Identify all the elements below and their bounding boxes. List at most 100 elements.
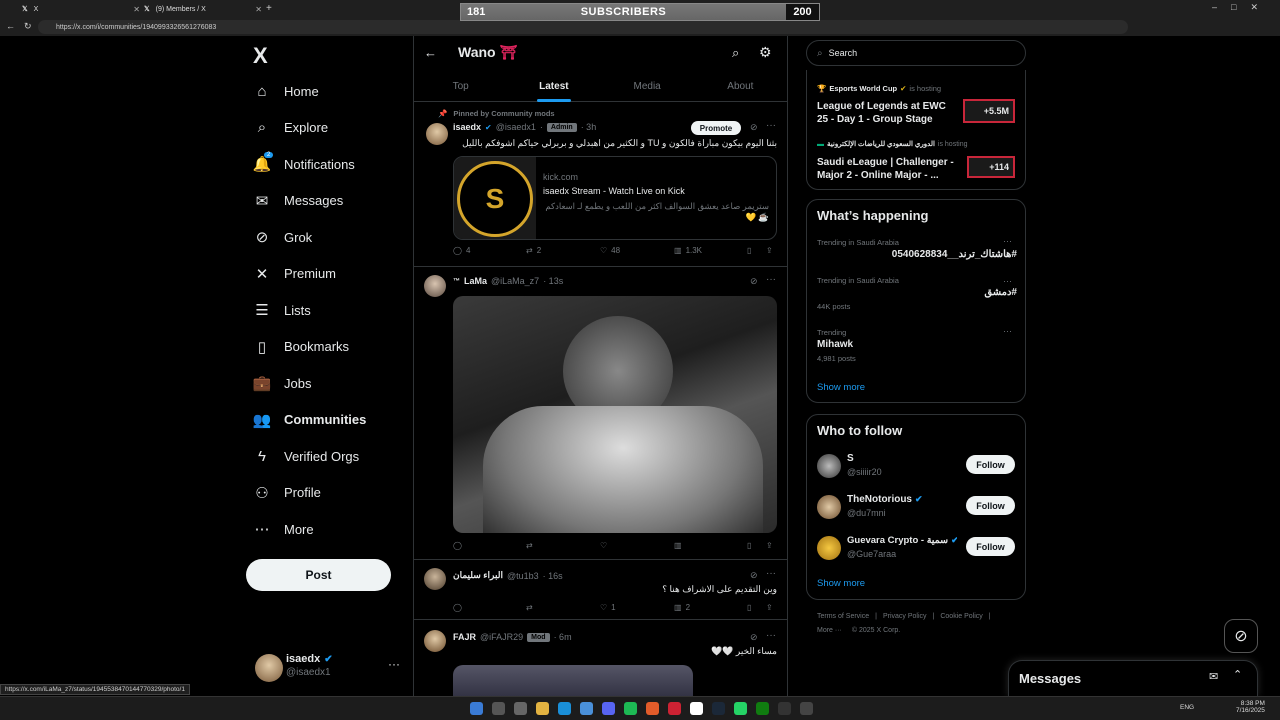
sidebar-item-profile[interactable]: ⚇ Profile	[254, 481, 321, 505]
browser-tab-2[interactable]: 𝕏 (9) Members / X ✕	[144, 2, 262, 16]
follow-name[interactable]: Guevara Crypto - سمية ✔	[847, 535, 957, 546]
app-icon[interactable]	[668, 702, 681, 715]
search-icon[interactable]: ⌕	[732, 45, 739, 61]
search-box[interactable]: ⌕ Search	[806, 40, 1026, 66]
follow-button[interactable]: Follow	[966, 537, 1015, 556]
share-button[interactable]: ⇪	[766, 603, 773, 612]
post-more-icon[interactable]: ···	[766, 630, 776, 641]
avatar[interactable]	[426, 123, 448, 145]
follow-name[interactable]: S	[847, 453, 854, 464]
back-icon[interactable]: ←	[6, 21, 15, 31]
post-photo[interactable]	[453, 665, 693, 696]
bookmark-button[interactable]: ▯	[747, 246, 751, 255]
messages-drawer[interactable]: Messages ✉ ⌃	[1008, 660, 1258, 696]
sidebar-item-more[interactable]: ⋯ More	[254, 517, 314, 541]
whatsapp-icon[interactable]	[734, 702, 747, 715]
promote-button[interactable]: Promote	[691, 121, 741, 135]
xbox-icon[interactable]	[756, 702, 769, 715]
app-icon[interactable]	[690, 702, 703, 715]
app-icon[interactable]	[778, 702, 791, 715]
steam-icon[interactable]	[712, 702, 725, 715]
post-pinned[interactable]: 📌 Pinned by Community mods isaedx ✔ @isa…	[414, 103, 787, 267]
sidebar-item-explore[interactable]: ⌕ Explore	[254, 116, 328, 140]
account-avatar[interactable]	[255, 654, 283, 682]
reply-button[interactable]: ◯	[453, 541, 462, 550]
spotify-icon[interactable]	[624, 702, 637, 715]
author-name[interactable]: FAJR	[453, 632, 476, 642]
author-name[interactable]: LaMa	[464, 276, 487, 286]
avatar[interactable]	[424, 568, 446, 590]
trend-more-icon[interactable]: ···	[1003, 276, 1012, 286]
more-link[interactable]: More ···	[817, 627, 842, 634]
language-indicator[interactable]: ENG	[1180, 704, 1194, 711]
views-button[interactable]: ▥ 1.3K	[674, 246, 702, 255]
repost-button[interactable]: ⇄	[526, 603, 533, 612]
repost-button[interactable]: ⇄	[526, 541, 533, 550]
reply-button[interactable]: ◯	[453, 603, 462, 612]
reload-icon[interactable]: ↻	[24, 21, 32, 32]
grok-icon[interactable]: ⊘	[750, 122, 758, 133]
post-mod[interactable]: FAJR @iFAJR29 Mod · 6m ⊘ ··· مساء الخير …	[414, 620, 787, 696]
avatar[interactable]	[817, 454, 841, 478]
window-controls[interactable]: –□✕	[1212, 2, 1272, 13]
tab-latest[interactable]: Latest	[507, 72, 600, 101]
grok-icon[interactable]: ⊘	[750, 632, 758, 643]
gear-icon[interactable]: ⚙	[759, 44, 772, 61]
follow-name[interactable]: TheNotorious ✔	[847, 494, 923, 505]
cookie-link[interactable]: Cookie Policy	[940, 613, 982, 620]
tab-media[interactable]: Media	[601, 72, 694, 101]
trend-more-icon[interactable]: ···	[1003, 236, 1012, 246]
store-icon[interactable]	[580, 702, 593, 715]
like-button[interactable]: ♡ 48	[600, 246, 620, 255]
grok-icon[interactable]: ⊘	[750, 276, 758, 287]
author-handle[interactable]: @isaedx1	[496, 122, 536, 132]
reply-button[interactable]: ◯ 4	[453, 246, 470, 255]
task-view-icon[interactable]	[514, 702, 527, 715]
discord-icon[interactable]	[602, 702, 615, 715]
x-logo-icon[interactable]: X	[253, 43, 268, 69]
url-bar[interactable]: https://x.com/i/communities/194099332656…	[38, 20, 1128, 34]
post-more-icon[interactable]: ···	[766, 274, 776, 285]
post-photo[interactable]	[453, 296, 777, 533]
post-image[interactable]: ™ LaMa @iLaMa_z7 · 13s ⊘ ··· ◯ ⇄ ♡ ▥ ▯ ⇪	[414, 267, 787, 560]
post-time[interactable]: · 13s	[543, 276, 563, 286]
sidebar-item-bookmarks[interactable]: ▯ Bookmarks	[254, 335, 349, 359]
share-button[interactable]: ⇪	[766, 541, 773, 550]
avatar[interactable]	[424, 275, 446, 297]
clock[interactable]: 8:38 PM 7/16/2025	[1236, 700, 1265, 714]
avatar[interactable]	[424, 630, 446, 652]
search-taskbar-icon[interactable]	[492, 702, 505, 715]
app-icon[interactable]	[800, 702, 813, 715]
close-tab-icon[interactable]: ✕	[133, 5, 140, 14]
grok-icon[interactable]: ⊘	[750, 570, 758, 581]
sidebar-item-verified-orgs[interactable]: ϟ Verified Orgs	[254, 444, 359, 468]
avatar[interactable]	[817, 495, 841, 519]
link-card[interactable]: S kick.com isaedx Stream - Watch Live on…	[453, 156, 777, 240]
repost-button[interactable]: ⇄ 2	[526, 246, 541, 255]
views-button[interactable]: ▥ 2	[674, 603, 690, 612]
new-tab-icon[interactable]: +	[266, 3, 272, 14]
show-more-link[interactable]: Show more	[817, 382, 865, 393]
event-listeners-badge[interactable]: +114	[967, 156, 1015, 178]
sidebar-item-premium[interactable]: ✕ Premium	[254, 262, 336, 286]
follow-button[interactable]: Follow	[966, 496, 1015, 515]
browser-tab-1[interactable]: 𝕏 X ✕	[22, 2, 140, 16]
author-handle[interactable]: @tu1b3	[507, 571, 539, 581]
privacy-link[interactable]: Privacy Policy	[883, 613, 927, 620]
post-time[interactable]: · 6m	[554, 632, 572, 642]
like-button[interactable]: ♡ 1	[600, 603, 616, 612]
bookmark-button[interactable]: ▯	[747, 541, 751, 550]
post-more-icon[interactable]: ···	[766, 568, 776, 579]
sidebar-item-lists[interactable]: ☰ Lists	[254, 298, 310, 322]
post-button[interactable]: Post	[246, 559, 391, 591]
sidebar-item-communities[interactable]: 👥 Communities	[253, 408, 367, 432]
app-icon[interactable]	[646, 702, 659, 715]
account-more-icon[interactable]: ···	[388, 657, 400, 671]
sidebar-item-jobs[interactable]: 💼 Jobs	[253, 371, 312, 395]
like-button[interactable]: ♡	[600, 541, 607, 550]
bookmark-button[interactable]: ▯	[747, 603, 751, 612]
post-text-only[interactable]: البراء سليمان @tu1b3 · 16s ⊘ ··· وين الت…	[414, 560, 787, 620]
avatar[interactable]	[817, 536, 841, 560]
sidebar-item-notifications[interactable]: 🔔 2 Notifications	[253, 152, 355, 176]
author-name[interactable]: البراء سليمان	[453, 570, 503, 581]
